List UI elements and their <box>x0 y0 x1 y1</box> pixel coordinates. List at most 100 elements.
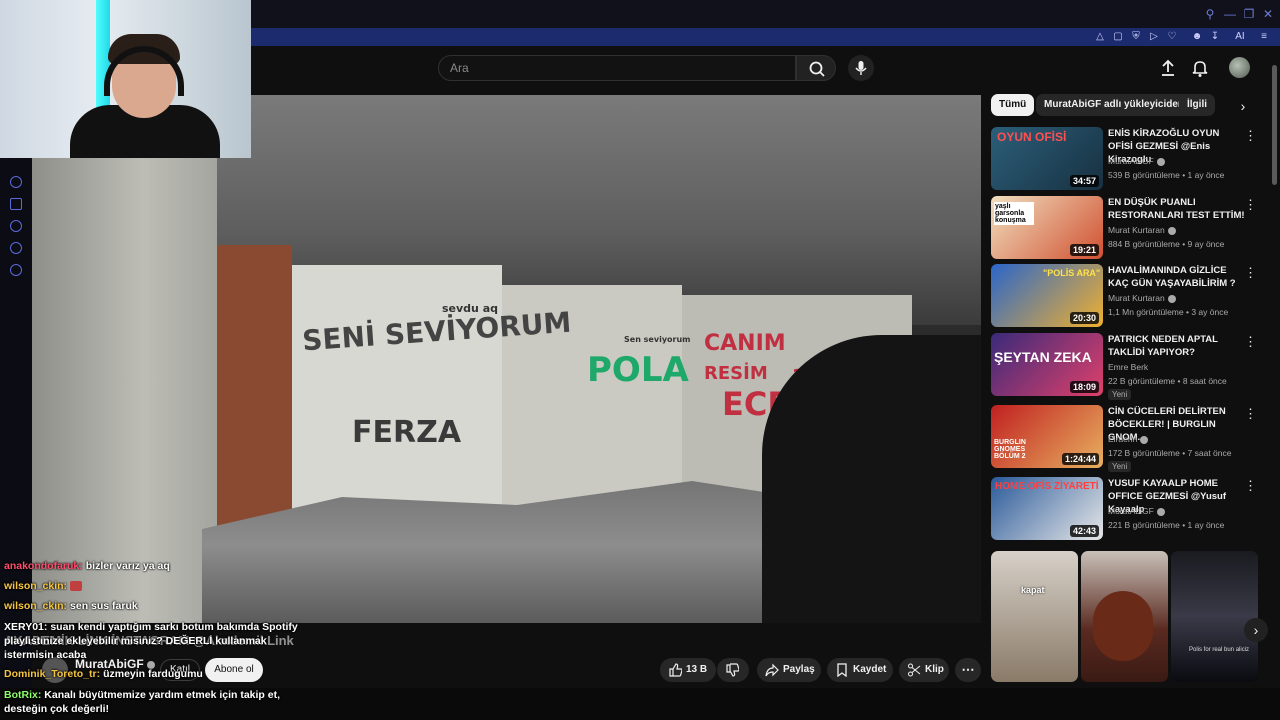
thumbs-down-icon <box>726 663 739 677</box>
short-thumbnail[interactable]: kapat <box>991 551 1078 682</box>
chat-message: wilson_ckin: <box>4 580 83 592</box>
more-options-icon[interactable]: ⋮ <box>1244 266 1257 279</box>
extension-icon[interactable]: △ <box>1093 30 1107 44</box>
chat-message: Dominik_Toreto_tr: üzmeyin fardugumu <box>4 668 203 680</box>
channel-name[interactable]: Murat Kurtaran <box>1108 225 1176 235</box>
duration-badge: 18:09 <box>1069 381 1099 393</box>
save-button[interactable]: Kaydet <box>827 658 893 682</box>
short-thumbnail[interactable]: Polis for real bun aliciz <box>1171 551 1258 682</box>
clip-button[interactable]: Klip <box>899 658 949 682</box>
video-thumbnail[interactable]: yaşlı garsonla konuşma 19:21 <box>991 196 1103 259</box>
recommended-video[interactable]: OYUN OFİSİ 34:57 ENİS KİRAZOĞLU OYUN OFİ… <box>991 127 1261 191</box>
search-button[interactable] <box>796 55 836 81</box>
profile-icon[interactable]: ☻ <box>1190 30 1204 44</box>
channel-name[interactable]: Elraenn <box>1108 434 1149 444</box>
video-thumbnail[interactable]: ŞEYTAN ZEKA 18:09 <box>991 333 1103 396</box>
more-actions-button[interactable]: ⋯ <box>955 658 981 682</box>
video-thumbnail[interactable]: BURGLIN GNOMES BÖLÜM 2 1:24:44 <box>991 405 1103 468</box>
more-options-icon[interactable]: ⋮ <box>1244 407 1257 420</box>
sidebar-history-icon[interactable] <box>10 220 22 232</box>
heart-icon[interactable]: ♡ <box>1165 30 1179 44</box>
graffiti-text: RESİM <box>704 363 768 384</box>
voice-search-button[interactable] <box>848 55 874 81</box>
graffiti-text: CANIM <box>704 331 786 356</box>
more-options-icon[interactable]: ⋮ <box>1244 129 1257 142</box>
recommended-video[interactable]: yaşlı garsonla konuşma 19:21 EN DÜŞÜK PU… <box>991 196 1261 260</box>
sidebar-settings-icon[interactable] <box>10 264 22 276</box>
verified-icon <box>1140 435 1149 444</box>
shorts-next-button[interactable]: › <box>1244 618 1268 642</box>
menu-icon[interactable]: ≡ <box>1257 30 1271 44</box>
graffiti-text: Sen seviyorum <box>624 335 691 344</box>
video-meta: 22 B görüntüleme • 8 saat önce <box>1108 376 1227 386</box>
new-badge: Yeni <box>1108 461 1132 472</box>
video-thumbnail[interactable]: HOME OFİS ZİYARETİ 42:43 <box>991 477 1103 540</box>
ai-icon[interactable]: AI <box>1230 30 1250 44</box>
short-food-image <box>1093 591 1153 661</box>
chat-message: wilson_ckin: sen sus faruk <box>4 600 138 612</box>
recommended-video[interactable]: BURGLIN GNOMES BÖLÜM 2 1:24:44 CİN CÜCEL… <box>991 405 1261 472</box>
recommended-video[interactable]: HOME OFİS ZİYARETİ 42:43 YUSUF KAYAALP H… <box>991 477 1261 541</box>
video-title[interactable]: PATRICK NEDEN APTAL TAKLİDİ YAPIYOR? <box>1108 333 1246 359</box>
recommended-video[interactable]: "POLİS ARA" 20:30 HAVALİMANINDA GİZLİCE … <box>991 264 1261 328</box>
share-button[interactable]: Paylaş <box>757 658 821 682</box>
minimize-icon[interactable]: — <box>1222 6 1238 22</box>
channel-name[interactable]: Emre Berk <box>1108 362 1148 372</box>
chip-uploader[interactable]: MuratAbiGF adlı yükleyiciden <box>1036 94 1193 116</box>
account-avatar[interactable] <box>1229 57 1250 78</box>
play-icon[interactable]: ▷ <box>1147 30 1161 44</box>
screenshot-icon[interactable]: ▢ <box>1111 30 1125 44</box>
video-thumbnail[interactable]: OYUN OFİSİ 34:57 <box>991 127 1103 190</box>
more-options-icon[interactable]: ⋮ <box>1244 335 1257 348</box>
thumbnail-text: "POLİS ARA" <box>1043 268 1101 278</box>
verified-icon <box>1156 157 1165 166</box>
duration-badge: 42:43 <box>1069 525 1099 537</box>
more-options-icon[interactable]: ⋮ <box>1244 198 1257 211</box>
chip-all[interactable]: Tümü <box>991 94 1035 116</box>
video-thumbnail[interactable]: "POLİS ARA" 20:30 <box>991 264 1103 327</box>
channel-name[interactable]: Murat Kurtaran <box>1108 293 1176 303</box>
sidebar-pin-icon[interactable] <box>10 198 22 210</box>
search-icon <box>809 61 825 77</box>
notifications-bell-icon[interactable] <box>1190 58 1210 78</box>
download-icon[interactable]: ↧ <box>1208 30 1222 44</box>
page-scrollbar-thumb[interactable] <box>1272 65 1277 185</box>
chevron-right-icon[interactable]: › <box>1235 98 1251 114</box>
restore-icon[interactable]: ❐ <box>1241 6 1257 22</box>
short-thumbnail[interactable] <box>1081 551 1168 682</box>
verified-icon <box>1167 226 1176 235</box>
search-icon[interactable]: ⚲ <box>1202 6 1218 22</box>
video-title[interactable]: HAVALİMANINDA GİZLİCE KAÇ GÜN YAŞAYABİLİ… <box>1108 264 1246 290</box>
more-options-icon[interactable]: ⋮ <box>1244 479 1257 492</box>
dislike-button[interactable] <box>717 658 749 682</box>
upload-icon[interactable] <box>1158 58 1178 78</box>
thumbnail-text: yaşlı garsonla konuşma <box>994 202 1034 225</box>
close-icon[interactable]: ✕ <box>1260 6 1276 22</box>
duration-badge: 1:24:44 <box>1061 453 1099 465</box>
channel-name[interactable]: MuratAbiGF <box>1108 506 1165 516</box>
thumbs-up-icon <box>669 663 682 677</box>
video-player[interactable]: SENİ SEVİYORUM FERZA sevdu aq POLA Sen s… <box>32 95 981 623</box>
like-button[interactable]: 13 B <box>660 658 716 682</box>
short-caption: kapat <box>1021 585 1045 595</box>
verified-icon <box>1167 294 1176 303</box>
thumbnail-text: BURGLIN GNOMES BÖLÜM 2 <box>994 439 1026 460</box>
graffiti-text: POLA <box>587 350 689 390</box>
thumbnail-text: HOME OFİS ZİYARETİ <box>995 481 1099 492</box>
video-meta: 221 B görüntüleme • 1 ay önce <box>1108 520 1225 530</box>
shield-icon[interactable]: ⛨ <box>1129 30 1143 44</box>
video-meta: 884 B görüntüleme • 9 ay önce <box>1108 239 1225 249</box>
recommended-video[interactable]: ŞEYTAN ZEKA 18:09 PATRICK NEDEN APTAL TA… <box>991 333 1261 400</box>
channel-name[interactable]: MuratAbiGF <box>1108 156 1165 166</box>
sidebar-play-icon[interactable] <box>10 176 22 188</box>
verified-icon <box>1156 507 1165 516</box>
search-input[interactable]: Ara <box>438 55 796 81</box>
bookmark-icon <box>837 663 847 677</box>
sidebar-puzzle-icon[interactable] <box>10 242 22 254</box>
video-title[interactable]: EN DÜŞÜK PUANLI RESTORANLARI TEST ETTİM! <box>1108 196 1246 222</box>
video-meta: 172 B görüntüleme • 7 saat önce <box>1108 448 1232 458</box>
video-frame-pillar <box>32 95 217 623</box>
duration-badge: 34:57 <box>1069 175 1099 187</box>
video-frame-person <box>762 335 981 623</box>
chip-related[interactable]: İlgili <box>1179 94 1215 116</box>
